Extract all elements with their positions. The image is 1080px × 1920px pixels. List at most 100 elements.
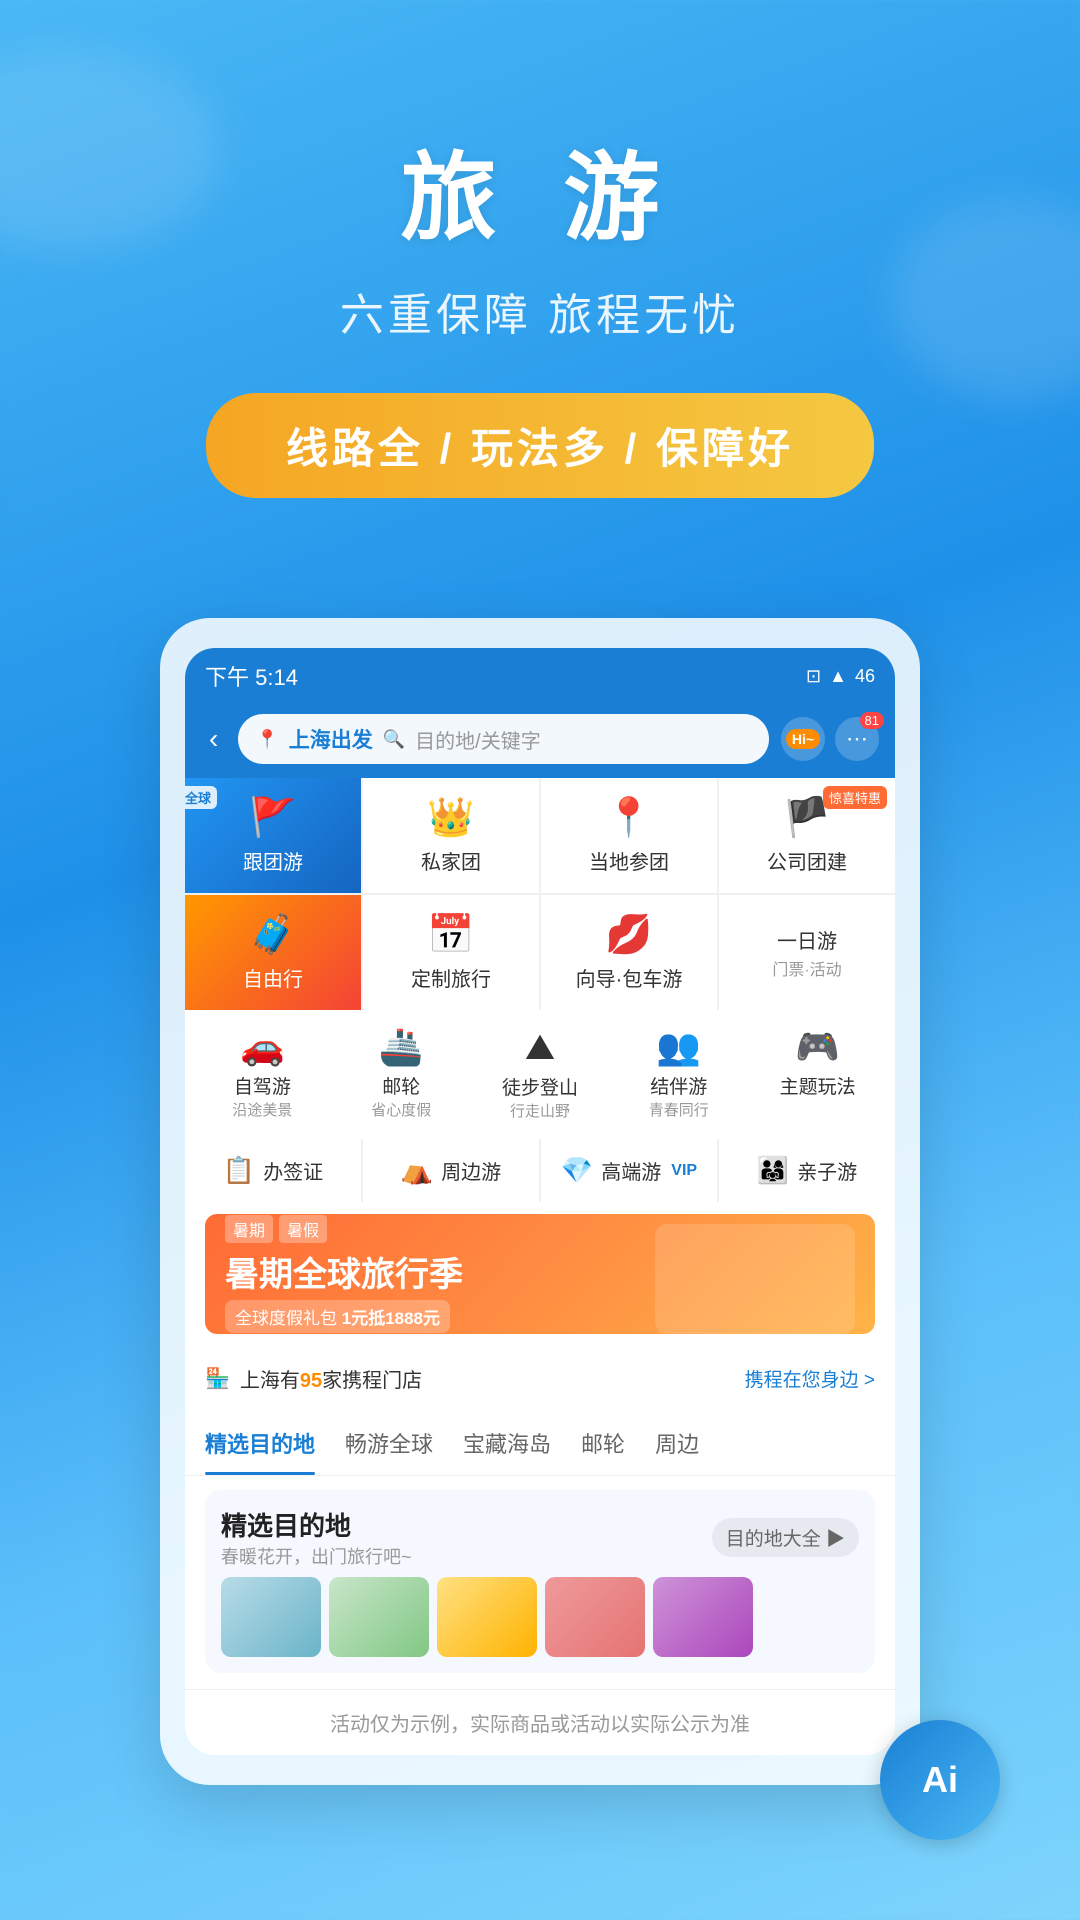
- theme-label: 主题玩法: [780, 1072, 856, 1099]
- search-origin: 上海出发: [289, 724, 373, 754]
- guide-tour-label: 向导·包车游: [576, 963, 683, 992]
- tab-island[interactable]: 宝藏海岛: [463, 1411, 551, 1475]
- dest-link[interactable]: 目的地大全 ▶: [712, 1518, 859, 1557]
- hiking-item[interactable]: ⛰ 徒步登山 行走山野: [473, 1026, 608, 1121]
- dest-img-4[interactable]: [545, 1577, 645, 1657]
- group-tour-icon: 🚩: [249, 796, 296, 840]
- luxury-label: 高端游: [601, 1156, 661, 1185]
- family-tag[interactable]: 👨‍👩‍👧 亲子游: [719, 1139, 895, 1202]
- dest-img-5[interactable]: [653, 1577, 753, 1657]
- dest-img-2[interactable]: [329, 1577, 429, 1657]
- family-icon: 👨‍👩‍👧: [757, 1155, 789, 1186]
- cruise-sub: 省心度假: [371, 1099, 431, 1120]
- store-left: 🏪 上海有95家携程门店: [205, 1364, 422, 1393]
- visa-icon: 📋: [223, 1155, 255, 1186]
- dest-title: 精选目的地: [221, 1506, 412, 1543]
- private-tour-icon: 👑: [427, 796, 474, 840]
- notification-button[interactable]: ⋯ 81: [835, 717, 879, 761]
- menu-item-one-day[interactable]: 一日游 门票·活动: [719, 895, 895, 1010]
- menu-item-guide-tour[interactable]: 💋 向导·包车游: [541, 895, 717, 1010]
- custom-tour-label: 定制旅行: [411, 963, 491, 992]
- menu-item-local-tour[interactable]: 📍 当地参团: [541, 778, 717, 893]
- banner-container: 暑期 暑假 暑期全球旅行季 全球度假礼包 1元抵1888元: [185, 1202, 895, 1346]
- banner-tag1: 暑期: [225, 1215, 273, 1243]
- disclaimer: 活动仅为示例，实际商品或活动以实际公示为准: [185, 1689, 895, 1755]
- hero-section: 旅 游 六重保障 旅程无忧 线路全 / 玩法多 / 保障好: [0, 0, 1080, 558]
- theme-item[interactable]: 🎮 主题玩法: [750, 1026, 885, 1121]
- nav-icons: Hi~ ⋯ 81: [781, 717, 879, 761]
- free-tour-icon: 🧳: [249, 913, 296, 957]
- visa-label: 办签证: [263, 1156, 323, 1185]
- store-info: 🏪 上海有95家携程门店 携程在您身边 >: [185, 1348, 895, 1409]
- nearby-icon: ⛺: [401, 1155, 433, 1186]
- luxury-tag[interactable]: 💎 高端游 VIP: [541, 1139, 717, 1202]
- dest-img-3[interactable]: [437, 1577, 537, 1657]
- store-text: 上海有95家携程门店: [240, 1364, 422, 1393]
- dest-header: 精选目的地 春暖花开，出门旅行吧~ 目的地大全 ▶: [221, 1506, 859, 1569]
- dest-section: 精选目的地 春暖花开，出门旅行吧~ 目的地大全 ▶: [205, 1490, 875, 1673]
- notification-icon: ⋯: [846, 726, 868, 752]
- dest-img-1[interactable]: [221, 1577, 321, 1657]
- local-tour-label: 当地参团: [589, 846, 669, 875]
- store-count: 95: [300, 1370, 322, 1392]
- menu-item-custom-tour[interactable]: 📅 定制旅行: [363, 895, 539, 1010]
- nearby-label: 周边游: [441, 1156, 501, 1185]
- dest-header-left: 精选目的地 春暖花开，出门旅行吧~: [221, 1506, 412, 1569]
- ai-button-area: Ai: [880, 1720, 1000, 1840]
- menu-item-group-tour[interactable]: 畅游全球 🚩 跟团游: [185, 778, 361, 893]
- wifi-icon: ▲: [829, 666, 847, 687]
- private-tour-label: 私家团: [421, 846, 481, 875]
- ai-button[interactable]: Ai: [880, 1720, 1000, 1840]
- menu-item-company-tour[interactable]: 惊喜特惠 🏴 公司团建: [719, 778, 895, 893]
- banner-tag2: 暑假: [279, 1215, 327, 1243]
- hi-button[interactable]: Hi~: [781, 717, 825, 761]
- status-icons: ⊡ ▲ 46: [806, 666, 875, 687]
- phone-inner: 下午 5:14 ⊡ ▲ 46 ‹ 📍 上海出发 🔍 目的地/关键字 Hi~: [185, 648, 895, 1755]
- local-tour-icon: 📍: [605, 796, 652, 840]
- family-label: 亲子游: [797, 1156, 857, 1185]
- cruise-item[interactable]: 🚢 邮轮 省心度假: [334, 1026, 469, 1121]
- hi-badge: Hi~: [786, 729, 820, 749]
- companion-label: 结伴游: [650, 1072, 707, 1099]
- self-drive-label: 自驾游: [234, 1072, 291, 1099]
- visa-tag[interactable]: 📋 办签证: [185, 1139, 361, 1202]
- search-destination[interactable]: 目的地/关键字: [415, 725, 541, 754]
- banner-promo: 全球度假礼包 1元抵1888元: [225, 1300, 450, 1333]
- self-drive-item[interactable]: 🚗 自驾游 沿途美景: [195, 1026, 330, 1121]
- dest-images: [221, 1577, 859, 1657]
- menu-item-private-tour[interactable]: 👑 私家团: [363, 778, 539, 893]
- tab-featured-dest[interactable]: 精选目的地: [205, 1411, 315, 1475]
- tab-cruise[interactable]: 邮轮: [581, 1411, 625, 1475]
- hero-badge[interactable]: 线路全 / 玩法多 / 保障好: [206, 393, 874, 498]
- signal-icon: 46: [855, 666, 875, 687]
- nearby-tag[interactable]: ⛺ 周边游: [363, 1139, 539, 1202]
- store-link[interactable]: 携程在您身边 >: [745, 1365, 875, 1392]
- companion-sub: 青春同行: [649, 1099, 709, 1120]
- menu-item-free-tour[interactable]: 🧳 自由行: [185, 895, 361, 1010]
- service-tags: 📋 办签证 ⛺ 周边游 💎 高端游 VIP 👨‍👩‍👧 亲子游: [185, 1139, 895, 1202]
- self-drive-icon: 🚗: [240, 1026, 285, 1068]
- store-icon: 🏪: [205, 1366, 230, 1391]
- hero-title: 旅 游: [40, 120, 1040, 259]
- vip-badge: VIP: [671, 1162, 697, 1180]
- banner-title: 暑期全球旅行季: [225, 1247, 463, 1296]
- search-bar[interactable]: 📍 上海出发 🔍 目的地/关键字: [238, 714, 769, 764]
- one-day-sub: 门票·活动: [772, 956, 841, 980]
- companion-item[interactable]: 👥 结伴游 青春同行: [611, 1026, 746, 1121]
- status-time: 下午 5:14: [205, 660, 298, 692]
- notification-badge: 81: [860, 712, 884, 729]
- tab-global-tour[interactable]: 畅游全球: [345, 1411, 433, 1475]
- one-day-label: 一日游: [777, 925, 837, 954]
- custom-tour-icon: 📅: [427, 913, 474, 957]
- banner-text: 暑期 暑假 暑期全球旅行季 全球度假礼包 1元抵1888元: [225, 1215, 463, 1333]
- tab-nearby[interactable]: 周边: [655, 1411, 699, 1475]
- phone-mockup: 下午 5:14 ⊡ ▲ 46 ‹ 📍 上海出发 🔍 目的地/关键字 Hi~: [160, 618, 920, 1785]
- guide-tour-icon: 💋: [605, 913, 652, 957]
- company-tour-label: 公司团建: [767, 846, 847, 875]
- battery-icon: ⊡: [806, 666, 821, 687]
- menu-grid: 畅游全球 🚩 跟团游 👑 私家团 📍 当地参团 惊喜特惠 🏴 公司团建 🧳 自由…: [185, 778, 895, 1010]
- cruise-label: 邮轮: [382, 1072, 420, 1099]
- icon-row: 🚗 自驾游 沿途美景 🚢 邮轮 省心度假 ⛰ 徒步登山 行走山野 👥 结伴游 青…: [185, 1010, 895, 1137]
- back-button[interactable]: ‹: [201, 719, 226, 759]
- banner[interactable]: 暑期 暑假 暑期全球旅行季 全球度假礼包 1元抵1888元: [205, 1214, 875, 1334]
